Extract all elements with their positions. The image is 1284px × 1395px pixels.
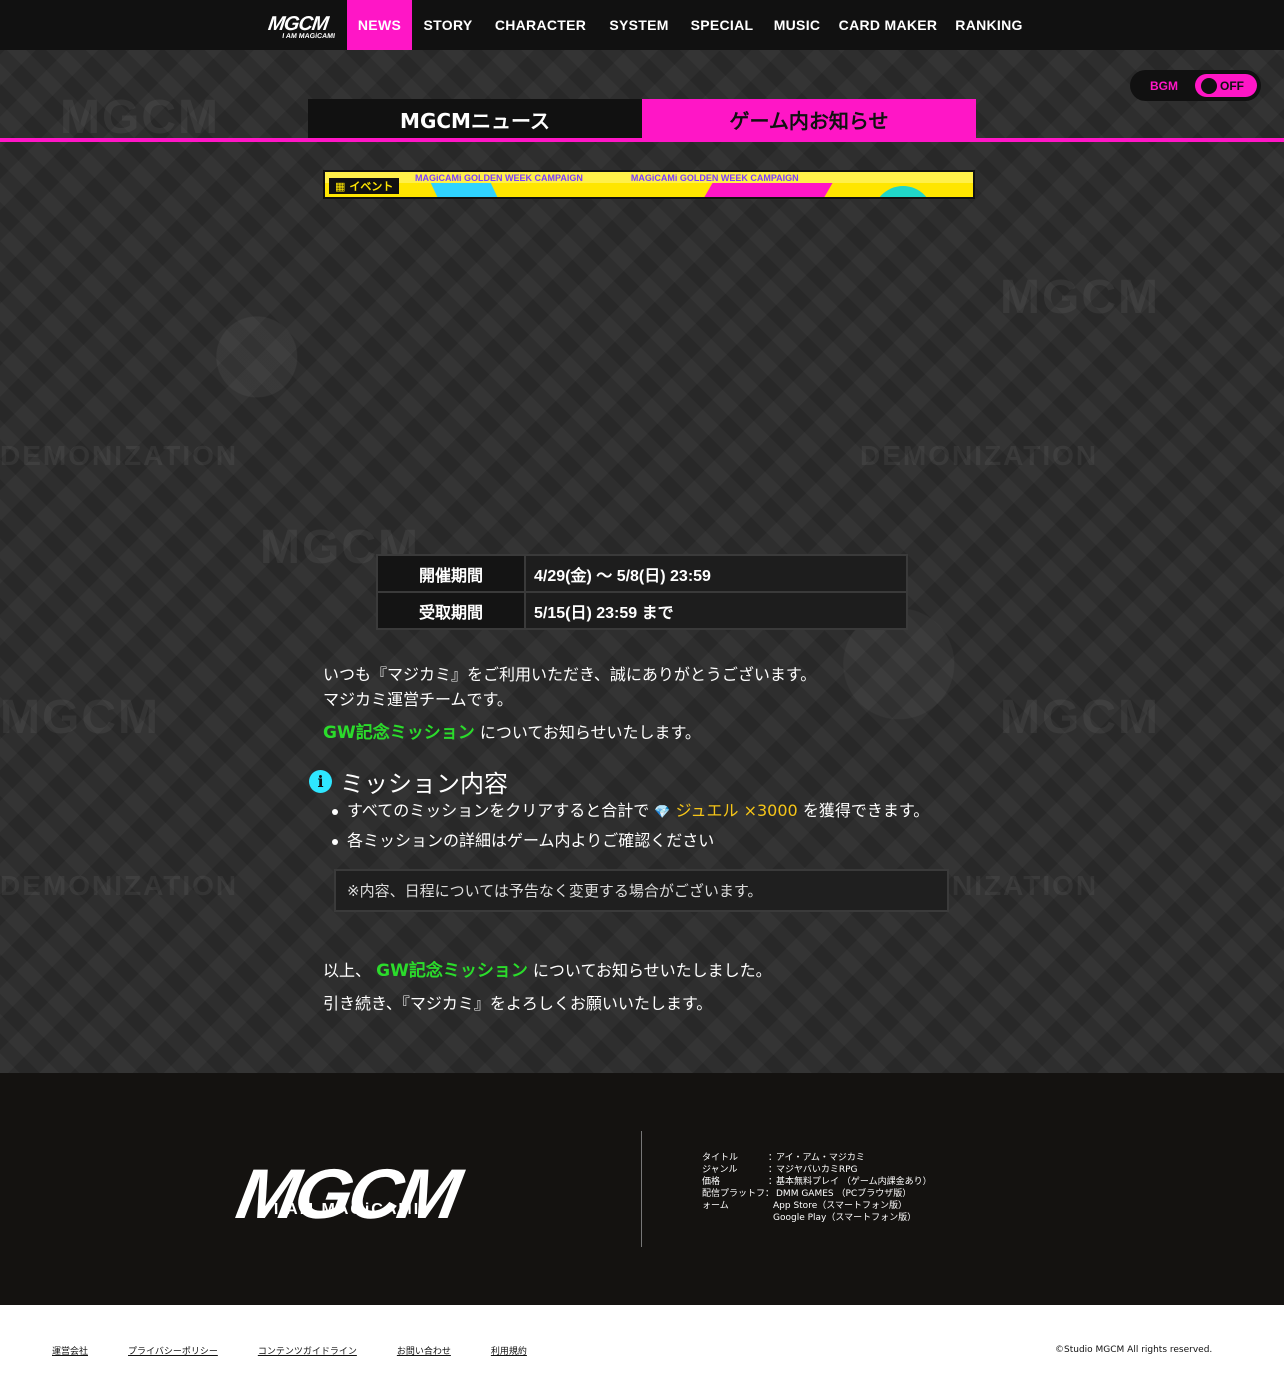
spec-row: タイトル ：アイ・アム・マジカミ (702, 1152, 932, 1164)
intro-line-1: いつも『マジカミ』をご利用いただき、誠にありがとうございます。 (323, 665, 817, 684)
spec-value: App Store（スマートフォン版） (773, 1201, 907, 1211)
tab-ingame-notice[interactable]: ゲーム内お知らせ (642, 99, 976, 139)
footer-link-contact[interactable]: お問い合わせ (397, 1344, 451, 1357)
spec-key: 配信プラットフ： (702, 1189, 775, 1199)
reward-text: ジュエル ×3000 (675, 801, 798, 820)
game-specs: タイトル：アイ・アム・マジカミ ジャンル：マジヤバいカミRPG 価格：基本無料プ… (702, 1152, 932, 1224)
background-decoration: MGCM (0, 691, 160, 744)
mission-list: すべてのミッションをクリアすると合計で 💎 ジュエル ×3000 を獲得できます… (331, 797, 930, 855)
period-label: 開催期間 (376, 554, 526, 593)
footer-divider (641, 1131, 642, 1247)
spec-row: 価格 ：基本無料プレイ （ゲーム内課金あり） (702, 1176, 932, 1188)
mission-text: 各ミッションの詳細はゲーム内よりご確認ください (347, 831, 715, 850)
spec-separator: ： (768, 1153, 778, 1163)
nav-item-ranking[interactable]: RANKING (945, 0, 1033, 50)
footer-logo: MGCM I AM MAGiCAMI (197, 1140, 497, 1238)
background-decoration: DEMONIZATION (860, 440, 1099, 471)
list-item: 各ミッションの詳細はゲーム内よりご確認ください (331, 827, 929, 855)
banner-graphic (873, 186, 933, 197)
period-value: 5/15(日) 23:59 まで (524, 591, 908, 630)
spec-row: ォーム App Store（スマートフォン版） (702, 1200, 932, 1212)
spec-key: ォーム (702, 1201, 729, 1211)
highlight-text: GW記念ミッション (323, 723, 475, 743)
banner-marquee: MAGiCAMi GOLDEN WEEK CAMPAIGN MAGiCAMi G… (325, 172, 973, 183)
event-tag: ▦ イベント (329, 178, 400, 194)
spec-separator: ： (768, 1165, 778, 1175)
table-row: 開催期間 4/29(金) ～ 5/8(日) 23:59 (376, 554, 908, 593)
footer-link-company[interactable]: 運営会社 (52, 1344, 88, 1357)
gem-icon: 💎 (654, 805, 671, 820)
spec-value: アイ・アム・マジカミ (776, 1153, 865, 1163)
period-label: 受取期間 (376, 591, 526, 630)
spec-value: Google Play（スマートフォン版） (773, 1213, 917, 1223)
spec-row: ジャンル ：マジヤバいカミRPG (702, 1164, 932, 1176)
tab-mgcm-news[interactable]: MGCMニュース (308, 99, 642, 139)
news-tabs: MGCMニュース ゲーム内お知らせ (308, 99, 976, 139)
nav-item-news[interactable]: NEWS (347, 0, 412, 50)
background-decoration: MGCM (1000, 271, 1160, 324)
outro-prefix: 以上、 (323, 961, 372, 980)
logo-subtext: I AM MAGiCAMI (281, 33, 336, 40)
tab-underline (0, 138, 1284, 142)
marquee-text: MAGiCAMi GOLDEN WEEK CAMPAIGN (630, 172, 799, 183)
nav-item-character[interactable]: CHARACTER (484, 0, 597, 50)
spec-row: 配信プラットフ： DMM GAMES （PCブラウザ版） (702, 1188, 932, 1200)
footer-links: 運営会社 プライバシーポリシー コンテンツガイドライン お問い合わせ 利用規約 (52, 1344, 527, 1357)
background-decoration: MGCM (1000, 691, 1160, 744)
nav-menu: NEWS STORY CHARACTER SYSTEM SPECIAL MUSI… (347, 0, 1033, 50)
spec-key: ジャンル (702, 1165, 738, 1175)
spec-separator: ： (768, 1177, 778, 1187)
section-title: ミッション内容 (340, 770, 508, 798)
spec-value: DMM GAMES （PCブラウザ版） (776, 1189, 912, 1199)
outro-suffix: についてお知らせいたしました。 (532, 961, 772, 980)
intro-line-2: マジカミ運営チームです。 (323, 690, 513, 709)
bgm-state: OFF (1220, 78, 1244, 93)
intro-line-3: GW記念ミッション についてお知らせいたします。 (323, 720, 701, 746)
list-item: すべてのミッションをクリアすると合計で 💎 ジュエル ×3000 を獲得できます… (331, 797, 930, 827)
nav-item-card-maker[interactable]: CARD MAKER (831, 0, 945, 50)
calendar-icon: ▦ (335, 179, 346, 193)
period-value: 4/29(金) ～ 5/8(日) 23:59 (524, 554, 908, 593)
notice-box: ※内容、日程については予告なく変更する場合がございます。 (334, 869, 949, 912)
highlight-text: GW記念ミッション (376, 961, 528, 981)
footer-logo-text: MGCM (230, 1154, 464, 1233)
nav-item-story[interactable]: STORY (412, 0, 484, 50)
nav-item-music[interactable]: MUSIC (763, 0, 831, 50)
footer (0, 1073, 1284, 1305)
spec-key: タイトル (702, 1153, 739, 1163)
banner-graphic (430, 182, 500, 197)
event-banner: MAGiCAMi GOLDEN WEEK CAMPAIGN MAGiCAMi G… (323, 170, 975, 199)
bgm-control: BGM OFF (1130, 70, 1261, 101)
spec-key (702, 1212, 773, 1224)
intro-line-3-rest: についてお知らせいたします。 (479, 723, 701, 742)
background-decoration: DEMONIZATION (0, 870, 239, 901)
spec-key: 価格 (702, 1177, 721, 1187)
footer-link-terms[interactable]: 利用規約 (491, 1344, 527, 1357)
nav-item-system[interactable]: SYSTEM (597, 0, 681, 50)
marquee-text: MAGiCAMi GOLDEN WEEK CAMPAIGN (415, 172, 583, 183)
background-decoration: MGCM (60, 91, 220, 144)
background-decoration: DEMONIZATION (0, 440, 239, 471)
toggle-knob (1201, 78, 1217, 94)
mission-text: を獲得できます。 (802, 801, 930, 820)
top-navigation: MGCM I AM MAGiCAMI NEWS STORY CHARACTER … (0, 0, 1284, 50)
event-tag-label: イベント (349, 180, 394, 193)
table-row: 受取期間 5/15(日) 23:59 まで (376, 591, 908, 630)
spec-value: マジヤバいカミRPG (776, 1165, 858, 1175)
footer-link-guidelines[interactable]: コンテンツガイドライン (258, 1344, 357, 1357)
mission-text: すべてのミッションをクリアすると合計で (347, 801, 650, 820)
period-table: 開催期間 4/29(金) ～ 5/8(日) 23:59 受取期間 5/15(日)… (376, 554, 908, 630)
copyright: ©Studio MGCM All rights reserved. (1055, 1345, 1213, 1355)
bgm-label: BGM (1150, 78, 1178, 93)
bgm-toggle[interactable]: OFF (1195, 74, 1257, 97)
outro-line-1: 以上、 GW記念ミッション についてお知らせいたしました。 (323, 958, 772, 984)
nav-item-special[interactable]: SPECIAL (681, 0, 763, 50)
outro-line-2: 引き続き、『マジカミ』をよろしくお願いいたします。 (323, 994, 713, 1013)
site-logo[interactable]: MGCM I AM MAGiCAMI (256, 10, 340, 41)
spec-value: 基本無料プレイ （ゲーム内課金あり） (776, 1177, 932, 1187)
spec-row: Google Play（スマートフォン版） (702, 1212, 932, 1224)
section-heading: i ミッション内容 (309, 764, 508, 799)
info-icon: i (309, 770, 332, 793)
footer-link-privacy[interactable]: プライバシーポリシー (128, 1344, 218, 1357)
